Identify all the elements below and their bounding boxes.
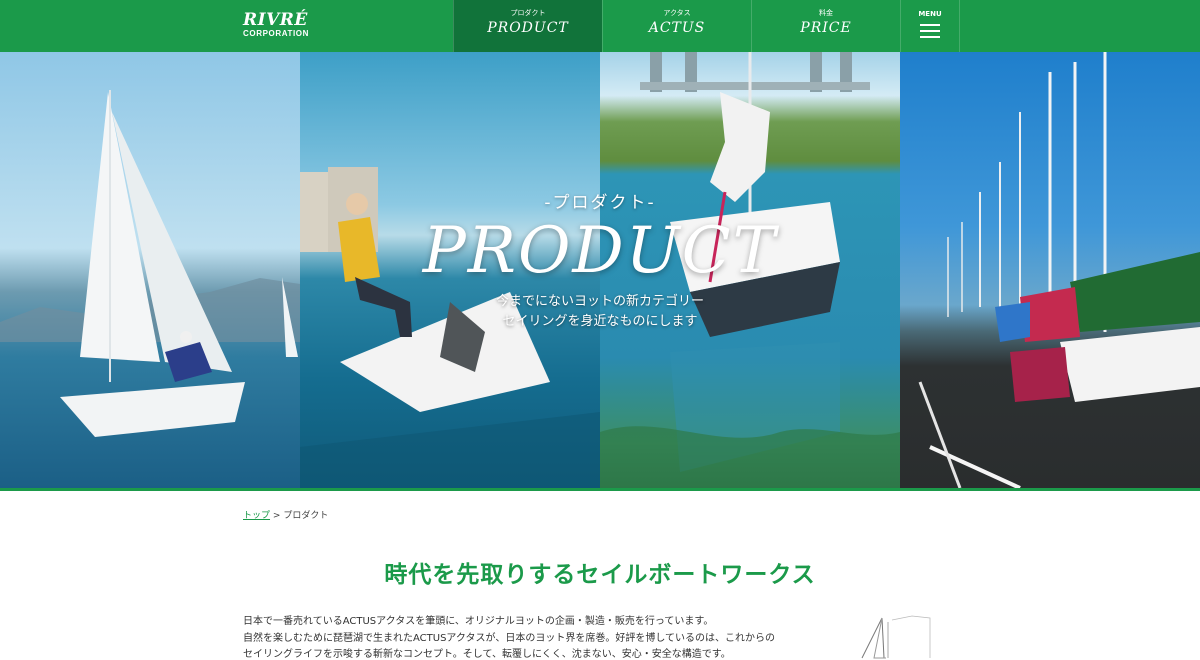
- breadcrumb-current: プロダクト: [283, 511, 329, 521]
- breadcrumb: トップ > プロダクト: [243, 508, 328, 521]
- intro-line: セイリングライフを示唆する斬新なコンセプト。そして、転覆しにくく、沈まない、安心…: [243, 649, 731, 660]
- hero-banner: -プロダクト- PRODUCT 今までにないヨットの新カテゴリー セイリングを身…: [0, 52, 1200, 488]
- nav-item-label: PRICE: [800, 20, 852, 36]
- hero-title: PRODUCT: [422, 214, 778, 288]
- hero-desc-line2: セイリングを身近なものにします: [502, 314, 698, 329]
- nav-item-actus[interactable]: アクタス ACTUS: [602, 0, 751, 52]
- site-header: RIVRÉ CORPORATION プロダクト PRODUCT アクタス ACT…: [0, 0, 1200, 52]
- breadcrumb-separator: >: [272, 511, 281, 521]
- hero-desc-line1: 今までにないヨットの新カテゴリー: [495, 294, 704, 309]
- nav-item-price[interactable]: 料金 PRICE: [751, 0, 900, 52]
- breadcrumb-home-link[interactable]: トップ: [243, 511, 270, 521]
- main-nav: プロダクト PRODUCT アクタス ACTUS 料金 PRICE MENU: [453, 0, 960, 52]
- nav-item-label: ACTUS: [648, 20, 706, 36]
- menu-label: MENU: [918, 10, 942, 18]
- hero-caption: -プロダクト- PRODUCT 今までにないヨットの新カテゴリー セイリングを身…: [0, 192, 1200, 332]
- sailboat-sketch-illustration: [861, 615, 931, 659]
- logo-main-text: RIVRÉ: [243, 10, 308, 30]
- intro-text: 日本で一番売れているACTUSアクタスを筆頭に、オリジナルヨットの企画・製造・販…: [243, 614, 843, 660]
- intro-line: 日本で一番売れているACTUSアクタスを筆頭に、オリジナルヨットの企画・製造・販…: [243, 616, 714, 627]
- nav-item-kana: プロダクト: [510, 9, 546, 17]
- nav-item-kana: アクタス: [663, 9, 691, 17]
- nav-item-product[interactable]: プロダクト PRODUCT: [453, 0, 602, 52]
- hamburger-icon: [920, 24, 940, 38]
- hero-subtitle: -プロダクト-: [544, 193, 656, 213]
- section-title: 時代を先取りするセイルボートワークス: [384, 562, 816, 588]
- rivre-logo[interactable]: RIVRÉ CORPORATION: [243, 12, 323, 42]
- logo-sub-text: CORPORATION: [243, 29, 310, 38]
- menu-button[interactable]: MENU: [900, 0, 960, 52]
- intro-line: 自然を楽しむために琵琶湖で生まれたACTUSアクタスが、日本のヨット界を席巻。好…: [243, 632, 776, 644]
- nav-item-label: PRODUCT: [487, 20, 569, 36]
- hero-divider: [0, 488, 1200, 491]
- nav-item-kana: 料金: [819, 9, 833, 17]
